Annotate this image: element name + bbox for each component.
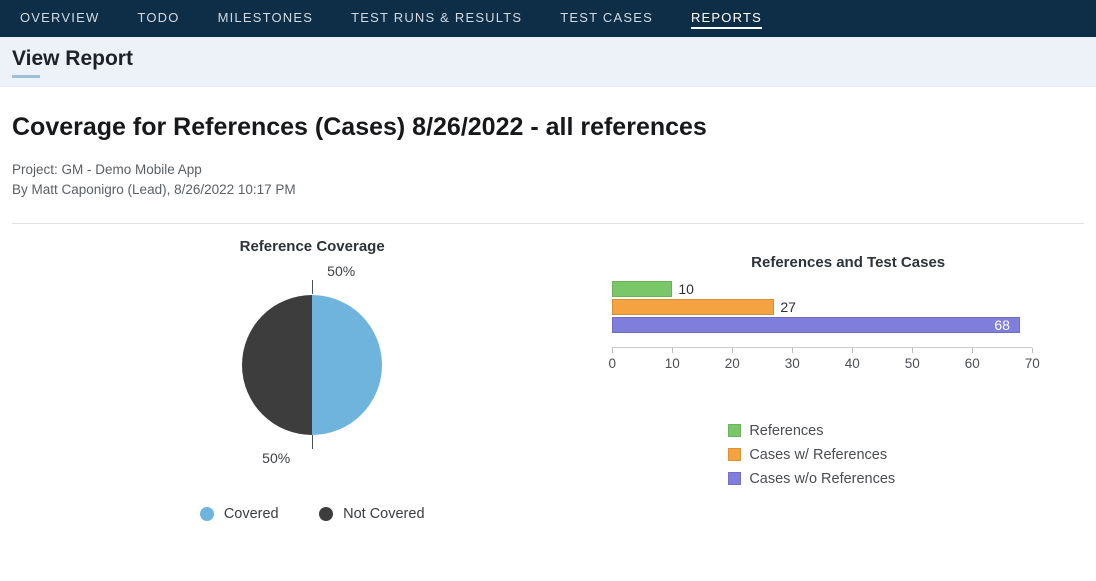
subheader: View Report xyxy=(0,37,1096,87)
bar-swatch-cases-without xyxy=(728,472,741,485)
pie-tick-bottom xyxy=(312,435,313,449)
nav-test-runs-results[interactable]: TEST RUNS & RESULTS xyxy=(351,10,522,27)
pie-legend-covered-label: Covered xyxy=(224,506,279,522)
bar-xaxis: 010203040506070 xyxy=(612,347,1032,367)
pie-chart-title: Reference Coverage xyxy=(12,238,612,255)
bar-cases-w-references xyxy=(612,299,774,315)
pie-swatch-notcovered xyxy=(319,507,333,521)
bar-swatch-references xyxy=(728,424,741,437)
bar-references xyxy=(612,281,672,297)
bar-value-label: 68 xyxy=(994,317,1010,333)
xtick xyxy=(672,348,673,353)
xlabel: 20 xyxy=(725,356,740,371)
bar-chart-title: References and Test Cases xyxy=(612,254,1084,271)
charts-row: Reference Coverage 50% 50% Covered Not C… xyxy=(12,232,1084,523)
bar-legend-references-label: References xyxy=(749,423,823,439)
bar-legend: References Cases w/ References Cases w/o… xyxy=(728,419,954,491)
bar-chart-container: References and Test Cases 102768 0102030… xyxy=(612,232,1084,523)
xtick xyxy=(912,348,913,353)
xlabel: 0 xyxy=(609,356,617,371)
bar-chart: 102768 010203040506070 xyxy=(612,281,1052,371)
report-project-line: Project: GM - Demo Mobile App xyxy=(12,160,1084,180)
xlabel: 40 xyxy=(845,356,860,371)
xtick xyxy=(612,348,613,353)
xlabel: 30 xyxy=(785,356,800,371)
pie-chart-container: Reference Coverage 50% 50% Covered Not C… xyxy=(12,232,612,523)
report-byline: By Matt Caponigro (Lead), 8/26/2022 10:1… xyxy=(12,180,1084,200)
pie-legend-covered: Covered xyxy=(200,506,279,522)
xtick xyxy=(732,348,733,353)
pie-bottom-label: 50% xyxy=(262,450,290,466)
xtick xyxy=(1032,348,1033,353)
nav-milestones[interactable]: MILESTONES xyxy=(218,10,314,27)
pie-tick-top xyxy=(312,280,313,294)
title-accent xyxy=(12,75,40,78)
xlabel: 10 xyxy=(665,356,680,371)
bar-value-label: 27 xyxy=(780,299,796,315)
xlabel: 60 xyxy=(965,356,980,371)
bar-swatch-cases-with xyxy=(728,448,741,461)
top-nav: OVERVIEW TODO MILESTONES TEST RUNS & RES… xyxy=(0,0,1096,37)
bar-legend-cases-without-label: Cases w/o References xyxy=(749,471,895,487)
pie-top-label: 50% xyxy=(327,263,355,279)
nav-overview[interactable]: OVERVIEW xyxy=(20,10,99,27)
pie-swatch-covered xyxy=(200,507,214,521)
nav-test-cases[interactable]: TEST CASES xyxy=(560,10,653,27)
bar-legend-cases-without: Cases w/o References xyxy=(728,467,954,491)
xtick xyxy=(972,348,973,353)
bar-legend-cases-with-label: Cases w/ References xyxy=(749,447,887,463)
report-title: Coverage for References (Cases) 8/26/202… xyxy=(12,113,1084,142)
xlabel: 70 xyxy=(1025,356,1040,371)
content: Coverage for References (Cases) 8/26/202… xyxy=(0,87,1096,523)
bar-legend-cases-with: Cases w/ References xyxy=(728,443,954,467)
bar-legend-references: References xyxy=(728,419,954,443)
pie-graphic xyxy=(242,295,382,435)
page-title: View Report xyxy=(12,47,1084,71)
xlabel: 50 xyxy=(905,356,920,371)
xtick xyxy=(792,348,793,353)
pie-legend-notcovered: Not Covered xyxy=(319,506,424,522)
pie-legend-notcovered-label: Not Covered xyxy=(343,506,424,522)
pie-legend: Covered Not Covered xyxy=(12,505,612,523)
bar-value-label: 10 xyxy=(678,281,694,297)
nav-reports[interactable]: REPORTS xyxy=(691,8,762,29)
bar-cases-w-o-references xyxy=(612,317,1020,333)
nav-todo[interactable]: TODO xyxy=(137,10,179,27)
divider xyxy=(12,223,1084,224)
xtick xyxy=(852,348,853,353)
bar-plot: 10 27 68 xyxy=(612,281,1032,341)
pie-chart: 50% 50% xyxy=(172,265,452,485)
